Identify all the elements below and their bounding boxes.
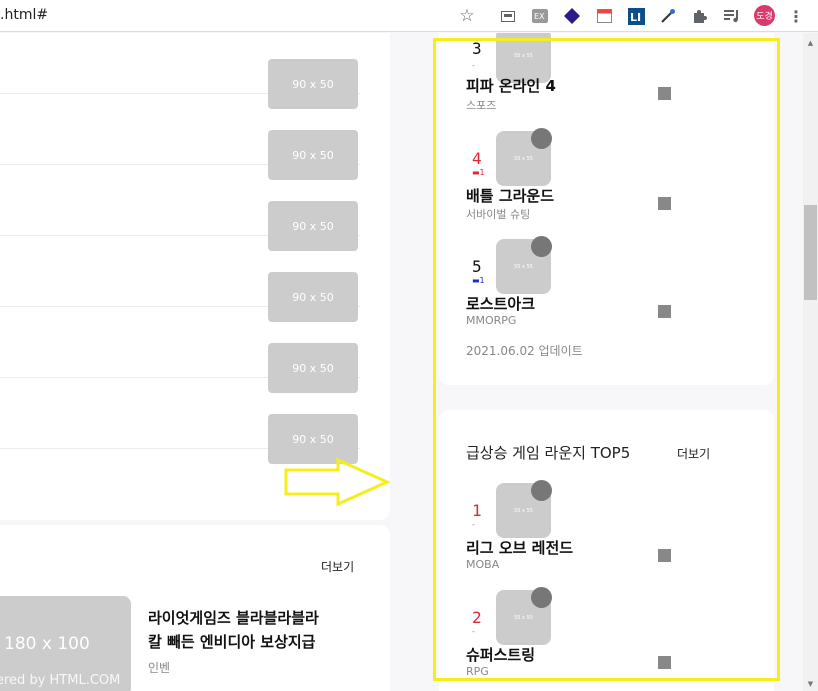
list-item[interactable]: 90 x 50 — [0, 236, 360, 322]
calendar-extension-icon[interactable] — [595, 7, 613, 25]
thumbnail-size-label: 180 x 100 — [4, 634, 90, 654]
featured-news-card: 더보기 180 x 100 ered by HTML.COM 라이엇게임즈 블라… — [0, 525, 390, 691]
game-name[interactable]: 리그 오브 레전드 — [466, 537, 573, 558]
scroll-down-arrow[interactable]: ▼ — [803, 676, 818, 691]
list-item[interactable]: 90 x 50 — [0, 307, 360, 393]
news-title-line1[interactable]: 라이엇게임즈 블라블라블라 — [148, 607, 319, 628]
scrollbar-track[interactable] — [803, 33, 818, 691]
ex-extension-icon[interactable]: EX — [531, 7, 549, 25]
thumbnail-watermark: ered by HTML.COM — [0, 673, 121, 688]
puzzle-icon[interactable] — [691, 7, 709, 25]
li-extension-icon[interactable]: LI — [627, 7, 645, 25]
list-item[interactable]: 90 x 50 — [0, 33, 360, 109]
game-genre: RPG — [466, 665, 489, 678]
rank-number: 5 — [472, 257, 482, 276]
diamond-extension-icon[interactable] — [563, 7, 581, 25]
scrollbar-thumb[interactable] — [804, 205, 817, 300]
scroll-up-arrow[interactable]: ▲ — [803, 35, 818, 50]
address-bar[interactable]: .html# — [0, 7, 48, 23]
ranking-item[interactable]: 2 - 55 x 55 슈퍼스트링 RPG — [439, 587, 774, 690]
game-name[interactable]: 피파 온라인 4 — [466, 75, 556, 96]
game-badge — [531, 480, 552, 501]
svg-text:LI: LI — [630, 11, 641, 24]
annotation-arrow-icon — [284, 457, 391, 507]
news-list-card: 90 x 50 90 x 50 90 x 50 90 x 50 90 x 50 … — [0, 33, 390, 520]
game-badge — [531, 236, 552, 257]
ranking-item[interactable]: 4 ▬1 55 x 55 배틀 그라운드 서바이벌 슈팅 — [439, 128, 774, 231]
list-item[interactable]: 90 x 50 — [0, 165, 360, 251]
game-genre: 스포즈 — [466, 99, 497, 112]
rank-number: 1 — [472, 501, 482, 520]
browser-toolbar: .html# ☆ EX LI 도경 ⋮ — [0, 0, 818, 32]
avatar[interactable]: 도경 — [754, 5, 775, 26]
svg-text:EX: EX — [534, 12, 545, 21]
rank-number: 2 — [472, 608, 482, 627]
update-date: 2021.06.02 업데이트 — [466, 344, 583, 358]
rank-change: ▬1 — [472, 168, 485, 177]
game-badge — [531, 128, 552, 149]
rank-change: - — [472, 627, 475, 636]
eyedropper-icon[interactable] — [659, 7, 677, 25]
game-name[interactable]: 로스트아크 — [466, 293, 535, 314]
rank-change: ▬1 — [472, 276, 485, 285]
game-action-square[interactable] — [658, 656, 671, 669]
more-link[interactable]: 더보기 — [677, 445, 710, 462]
ranking-item[interactable]: 3 - 55 x 55 피파 온라인 4 스포즈 — [439, 33, 774, 112]
featured-news-thumbnail[interactable]: 180 x 100 ered by HTML.COM — [0, 596, 131, 691]
rank-number: 4 — [472, 149, 482, 168]
game-name[interactable]: 배틀 그라운드 — [466, 185, 554, 206]
rank-change: - — [472, 520, 475, 529]
cast-icon[interactable] — [499, 7, 517, 25]
game-action-square[interactable] — [658, 87, 671, 100]
game-badge — [531, 587, 552, 608]
game-ranking-card: 3 - 55 x 55 피파 온라인 4 스포즈 4 ▬1 55 x 55 배틀… — [439, 33, 774, 385]
game-action-square[interactable] — [658, 305, 671, 318]
game-genre: MOBA — [466, 558, 500, 571]
rank-number: 3 — [472, 39, 482, 58]
news-source: 인벤 — [148, 661, 171, 675]
section-title: 급상승 게임 라운지 TOP5 — [466, 444, 631, 462]
list-item[interactable]: 90 x 50 — [0, 378, 360, 464]
star-icon[interactable]: ☆ — [458, 6, 476, 26]
page-content: 90 x 50 90 x 50 90 x 50 90 x 50 90 x 50 … — [0, 33, 803, 691]
game-name[interactable]: 슈퍼스트링 — [466, 644, 535, 665]
game-action-square[interactable] — [658, 549, 671, 562]
ranking-item[interactable]: 5 ▬1 55 x 55 로스트아크 MMORPG — [439, 236, 774, 339]
news-title-line2[interactable]: 칼 빼든 엔비디아 보상지급 — [148, 631, 315, 652]
game-genre: MMORPG — [466, 314, 517, 327]
media-icon[interactable] — [723, 7, 741, 25]
menu-icon[interactable]: ⋮ — [787, 7, 805, 26]
more-link[interactable]: 더보기 — [321, 558, 354, 575]
game-action-square[interactable] — [658, 197, 671, 210]
ranking-item[interactable]: 1 - 55 x 55 리그 오브 레전드 MOBA — [439, 480, 774, 583]
list-item[interactable]: 90 x 50 — [0, 94, 360, 180]
rising-games-card: 급상승 게임 라운지 TOP5 더보기 1 - 55 x 55 리그 오브 레전… — [439, 410, 774, 691]
game-genre: 서바이벌 슈팅 — [466, 208, 531, 221]
rank-change: - — [472, 61, 475, 70]
